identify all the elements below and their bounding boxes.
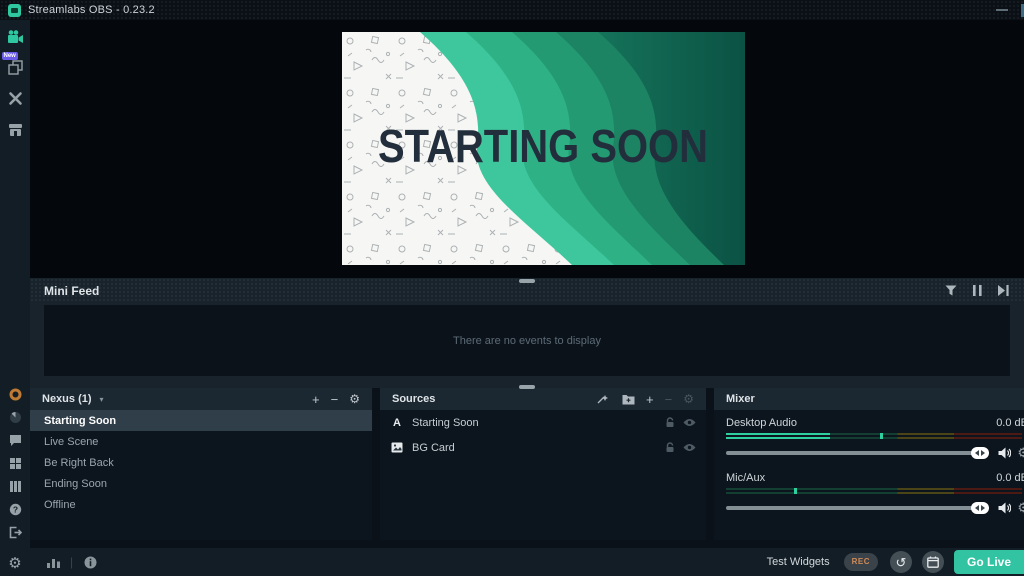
volume-meter bbox=[726, 488, 1022, 494]
remove-source-button[interactable]: − bbox=[665, 393, 673, 406]
mixer-title: Mixer bbox=[726, 393, 755, 405]
eye-icon[interactable] bbox=[683, 418, 696, 427]
mini-feed-title: Mini Feed bbox=[44, 284, 99, 298]
mini-feed-body: There are no events to display bbox=[44, 305, 1010, 376]
peak-marker bbox=[880, 433, 883, 439]
channel-db-value: 0.0 dB bbox=[996, 417, 1024, 429]
scenes-panel: Nexus (1) ▾ + − ⚙ Starting Soon Live Sce… bbox=[30, 388, 372, 540]
scene-row[interactable]: Offline bbox=[30, 494, 372, 515]
scene-row[interactable]: Starting Soon bbox=[30, 410, 372, 431]
volume-slider-handle[interactable] bbox=[971, 447, 989, 459]
minimize-icon[interactable] bbox=[996, 9, 1008, 11]
volume-meter bbox=[726, 433, 1022, 439]
test-widgets-button[interactable]: Test Widgets bbox=[767, 556, 830, 568]
sources-panel: Sources + − ⚙ bbox=[380, 388, 706, 540]
mini-feed-empty-message: There are no events to display bbox=[453, 335, 601, 347]
mixer-body: Desktop Audio 0.0 dB bbox=[714, 410, 1024, 540]
speaker-icon[interactable] bbox=[997, 501, 1011, 515]
scene-settings-icon[interactable]: ⚙ bbox=[349, 393, 360, 405]
help-icon[interactable]: ? bbox=[8, 502, 22, 516]
app-logo-icon bbox=[8, 4, 21, 17]
logout-icon[interactable] bbox=[8, 525, 22, 539]
mini-feed-panel: Mini Feed There are no even bbox=[30, 278, 1024, 388]
mixer-header: Mixer bbox=[714, 388, 1024, 410]
performance-metrics-icon[interactable] bbox=[46, 555, 60, 569]
channel-settings-icon[interactable]: ⚙ bbox=[1017, 500, 1024, 516]
new-badge: New bbox=[2, 52, 18, 60]
canvas-title-text: STARTING SOON bbox=[378, 120, 708, 172]
volume-slider-handle[interactable] bbox=[971, 502, 989, 514]
title-bar: Streamlabs OBS - 0.23.2 bbox=[0, 0, 1024, 20]
resize-handle[interactable] bbox=[519, 279, 535, 283]
add-folder-icon[interactable] bbox=[621, 392, 635, 406]
chevron-down-icon[interactable]: ▾ bbox=[100, 395, 104, 404]
scene-list: Starting Soon Live Scene Be Right Back E… bbox=[30, 410, 372, 540]
starting-soon-canvas: STARTING SOON bbox=[342, 32, 745, 265]
svg-text:?: ? bbox=[12, 504, 17, 514]
channel-label: Mic/Aux bbox=[726, 472, 765, 484]
editor-camera-icon[interactable] bbox=[7, 28, 24, 45]
lock-icon[interactable] bbox=[665, 417, 675, 428]
add-widget-icon[interactable] bbox=[596, 392, 610, 406]
store-icon[interactable] bbox=[7, 121, 24, 138]
schedule-button[interactable] bbox=[922, 551, 944, 573]
calendar-icon bbox=[927, 556, 939, 568]
mixer-channel: Mic/Aux 0.0 dB bbox=[726, 472, 1024, 516]
go-live-button[interactable]: Go Live bbox=[954, 550, 1024, 574]
scenes-header: Nexus (1) ▾ + − ⚙ bbox=[30, 388, 372, 410]
pause-icon[interactable] bbox=[970, 284, 984, 298]
record-button[interactable]: REC bbox=[844, 553, 878, 571]
dashboard-icon[interactable] bbox=[8, 410, 22, 424]
mixer-channel: Desktop Audio 0.0 dB bbox=[726, 417, 1024, 461]
resize-handle[interactable] bbox=[519, 385, 535, 389]
chatbox-icon[interactable] bbox=[8, 433, 22, 447]
footer-divider: | bbox=[70, 555, 73, 569]
scene-preview[interactable]: STARTING SOON bbox=[30, 20, 1024, 278]
sidebar: New bbox=[0, 20, 30, 576]
channel-db-value: 0.0 dB bbox=[996, 472, 1024, 484]
scene-collection-title[interactable]: Nexus (1) bbox=[42, 393, 92, 405]
history-icon: ↺ bbox=[896, 556, 907, 569]
text-source-icon: A bbox=[390, 417, 404, 429]
sources-header: Sources + − ⚙ bbox=[380, 388, 706, 410]
scene-collections-icon[interactable]: New bbox=[7, 59, 24, 76]
eye-icon[interactable] bbox=[683, 443, 696, 452]
scene-row[interactable]: Live Scene bbox=[30, 431, 372, 452]
replay-history-button[interactable]: ↺ bbox=[890, 551, 912, 573]
bottom-panels: Nexus (1) ▾ + − ⚙ Starting Soon Live Sce… bbox=[30, 388, 1024, 540]
source-row[interactable]: BG Card bbox=[380, 435, 706, 460]
add-scene-button[interactable]: + bbox=[312, 393, 320, 406]
scene-row[interactable]: Ending Soon bbox=[30, 473, 372, 494]
scene-row[interactable]: Be Right Back bbox=[30, 452, 372, 473]
donation-icon[interactable] bbox=[8, 387, 22, 401]
streamlabs-obs-window: Streamlabs OBS - 0.23.2 New bbox=[0, 0, 1024, 576]
image-source-icon bbox=[390, 442, 404, 453]
themes-icon[interactable] bbox=[7, 90, 24, 107]
sources-title: Sources bbox=[392, 393, 435, 405]
remove-scene-button[interactable]: − bbox=[331, 393, 339, 406]
info-icon[interactable] bbox=[83, 555, 97, 569]
peak-marker bbox=[794, 488, 797, 494]
skip-to-latest-icon[interactable] bbox=[996, 284, 1010, 298]
grid-icon[interactable] bbox=[8, 456, 22, 470]
filter-icon[interactable] bbox=[944, 284, 958, 298]
source-settings-icon[interactable]: ⚙ bbox=[683, 393, 694, 405]
channel-label: Desktop Audio bbox=[726, 417, 797, 429]
speaker-icon[interactable] bbox=[997, 446, 1011, 460]
volume-slider[interactable] bbox=[726, 451, 989, 455]
window-title: Streamlabs OBS - 0.23.2 bbox=[28, 4, 155, 16]
volume-slider[interactable] bbox=[726, 506, 989, 510]
source-list: A Starting Soon bbox=[380, 410, 706, 540]
lock-icon[interactable] bbox=[665, 442, 675, 453]
columns-icon[interactable] bbox=[8, 479, 22, 493]
channel-settings-icon[interactable]: ⚙ bbox=[1017, 445, 1024, 461]
add-source-button[interactable]: + bbox=[646, 393, 654, 406]
footer-bar: | Test Widgets REC ↺ bbox=[30, 548, 1024, 576]
source-row[interactable]: A Starting Soon bbox=[380, 410, 706, 435]
mixer-panel: Mixer Desktop Audio 0.0 dB bbox=[714, 388, 1024, 540]
settings-gear-icon[interactable]: ⚙ bbox=[8, 556, 22, 570]
